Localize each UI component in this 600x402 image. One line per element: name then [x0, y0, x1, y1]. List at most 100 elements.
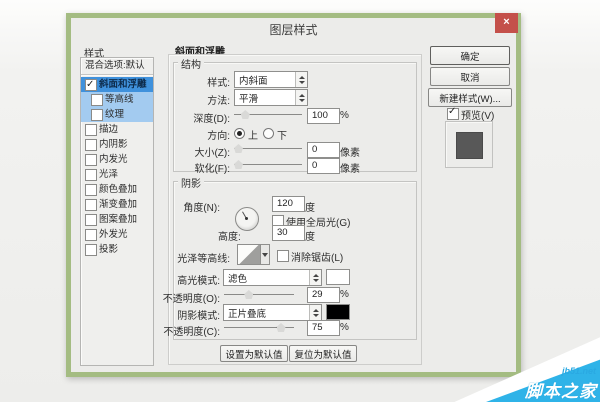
sidebar-item-stroke[interactable]: 描边	[81, 122, 153, 137]
size-input[interactable]: 0	[307, 142, 340, 158]
sidebar-item-texture[interactable]: 纹理	[81, 107, 153, 122]
soften-input[interactable]: 0	[307, 158, 340, 174]
spinner-arrows-icon	[295, 90, 307, 105]
shadow-opacity-unit: %	[340, 322, 349, 333]
color-overlay-checkbox[interactable]	[85, 184, 97, 196]
soften-slider[interactable]	[234, 158, 302, 170]
sidebar-item-inner-shadow[interactable]: 内阴影	[81, 137, 153, 152]
inner-shadow-checkbox[interactable]	[85, 139, 97, 151]
direction-down-radio[interactable]	[263, 128, 274, 139]
shadow-opacity-label: 不透明度(C):	[160, 323, 220, 338]
sidebar-item-inner-glow[interactable]: 内发光	[81, 152, 153, 167]
highlight-mode-dropdown[interactable]: 滤色	[223, 269, 322, 286]
highlight-opacity-label: 不透明度(O):	[160, 290, 220, 305]
inner-glow-checkbox[interactable]	[85, 154, 97, 166]
highlight-color-swatch[interactable]	[326, 269, 350, 285]
structure-legend: 结构	[178, 56, 204, 71]
screenshot-stage: 图层样式 × 样式 混合选项:默认 斜面和浮雕 等高线 纹理 描边	[0, 0, 600, 402]
watermark-site-url: jb51.net	[514, 366, 596, 376]
satin-checkbox[interactable]	[85, 169, 97, 181]
technique-dropdown[interactable]: 平滑	[234, 89, 308, 106]
gloss-contour-label: 光泽等高线:	[166, 250, 230, 265]
preview-swatch	[456, 132, 483, 159]
sidebar-item-outer-glow[interactable]: 外发光	[81, 227, 153, 242]
sidebar-item-contour[interactable]: 等高线	[81, 92, 153, 107]
size-unit: 像素	[340, 144, 360, 159]
gloss-contour-thumbnail[interactable]	[237, 244, 261, 265]
preview-checkbox[interactable]	[447, 108, 459, 120]
direction-up-radio[interactable]	[234, 128, 245, 139]
size-slider[interactable]	[234, 142, 302, 154]
shadow-mode-dropdown[interactable]: 正片叠底	[223, 304, 322, 321]
preview-frame	[445, 121, 493, 168]
shadow-mode-label: 阴影模式:	[166, 307, 220, 322]
sidebar-item-pattern-overlay[interactable]: 图案叠加	[81, 212, 153, 227]
direction-up-label: 上	[248, 127, 258, 142]
shadow-opacity-slider[interactable]	[224, 321, 294, 333]
technique-label: 方法:	[171, 92, 230, 107]
watermark-site-name: 脚本之家	[500, 377, 597, 402]
spinner-arrows-icon	[309, 305, 321, 320]
sidebar-item-satin[interactable]: 光泽	[81, 167, 153, 182]
close-button[interactable]: ×	[495, 13, 518, 33]
highlight-opacity-input[interactable]: 29	[307, 287, 340, 303]
direction-label: 方向:	[171, 127, 230, 142]
style-dropdown[interactable]: 内斜面	[234, 71, 308, 88]
gloss-contour-dropdown-icon[interactable]	[261, 244, 270, 265]
spinner-arrows-icon	[295, 72, 307, 87]
new-style-button[interactable]: 新建样式(W)...	[428, 88, 512, 107]
highlight-opacity-thumb[interactable]	[244, 290, 253, 299]
highlight-opacity-slider[interactable]	[224, 288, 294, 300]
altitude-unit: 度	[305, 228, 315, 243]
size-label: 大小(Z):	[171, 144, 230, 159]
contour-checkbox[interactable]	[91, 94, 103, 106]
depth-unit: %	[340, 110, 349, 121]
altitude-input[interactable]: 30	[272, 225, 305, 241]
antialias-label: 消除锯齿(L)	[291, 249, 343, 264]
ok-button[interactable]: 确定	[430, 46, 510, 65]
spinner-arrows-icon	[309, 270, 321, 285]
angle-dial-dot	[245, 217, 248, 220]
altitude-label: 高度:	[218, 228, 241, 243]
gradient-overlay-checkbox[interactable]	[85, 199, 97, 211]
sidebar-item-gradient-overlay[interactable]: 渐变叠加	[81, 197, 153, 212]
depth-input[interactable]: 100	[307, 108, 340, 124]
soften-slider-thumb[interactable]	[234, 160, 243, 169]
sidebar-item-drop-shadow[interactable]: 投影	[81, 242, 153, 257]
pattern-overlay-checkbox[interactable]	[85, 214, 97, 226]
depth-slider-thumb[interactable]	[241, 110, 250, 119]
texture-checkbox[interactable]	[91, 109, 103, 121]
soften-unit: 像素	[340, 160, 360, 175]
drop-shadow-checkbox[interactable]	[85, 244, 97, 256]
angle-unit: 度	[305, 199, 315, 214]
shadow-opacity-thumb[interactable]	[277, 323, 286, 332]
make-default-button[interactable]: 设置为默认值	[220, 345, 288, 362]
sidebar-item-bevel-emboss[interactable]: 斜面和浮雕	[81, 77, 153, 92]
preview-label: 预览(V)	[461, 107, 494, 122]
size-slider-thumb[interactable]	[234, 144, 243, 153]
cancel-button[interactable]: 取消	[430, 67, 510, 86]
depth-label: 深度(D):	[171, 110, 230, 125]
styles-list: 混合选项:默认 斜面和浮雕 等高线 纹理 描边 内阴影	[80, 57, 154, 366]
highlight-mode-label: 高光模式:	[166, 272, 220, 287]
bevel-emboss-checkbox[interactable]	[85, 79, 97, 91]
close-icon: ×	[503, 16, 509, 28]
highlight-opacity-unit: %	[340, 289, 349, 300]
soften-label: 软化(F):	[171, 160, 230, 175]
sidebar-item-color-overlay[interactable]: 颜色叠加	[81, 182, 153, 197]
outer-glow-checkbox[interactable]	[85, 229, 97, 241]
angle-label: 角度(N):	[166, 199, 220, 214]
shadow-color-swatch[interactable]	[326, 304, 350, 320]
reset-default-button[interactable]: 复位为默认值	[289, 345, 357, 362]
stroke-checkbox[interactable]	[85, 124, 97, 136]
style-label: 样式:	[171, 74, 230, 89]
shadow-opacity-input[interactable]: 75	[307, 320, 340, 336]
sidebar-item-blending-options[interactable]: 混合选项:默认	[81, 58, 153, 73]
angle-input[interactable]: 120	[272, 196, 305, 212]
sidebar-separator	[81, 74, 153, 76]
antialias-checkbox[interactable]	[277, 250, 289, 262]
layer-style-dialog: 图层样式 × 样式 混合选项:默认 斜面和浮雕 等高线 纹理 描边	[66, 13, 521, 377]
direction-down-label: 下	[277, 127, 287, 142]
titlebar[interactable]: 图层样式	[71, 18, 516, 39]
depth-slider[interactable]	[234, 108, 302, 120]
